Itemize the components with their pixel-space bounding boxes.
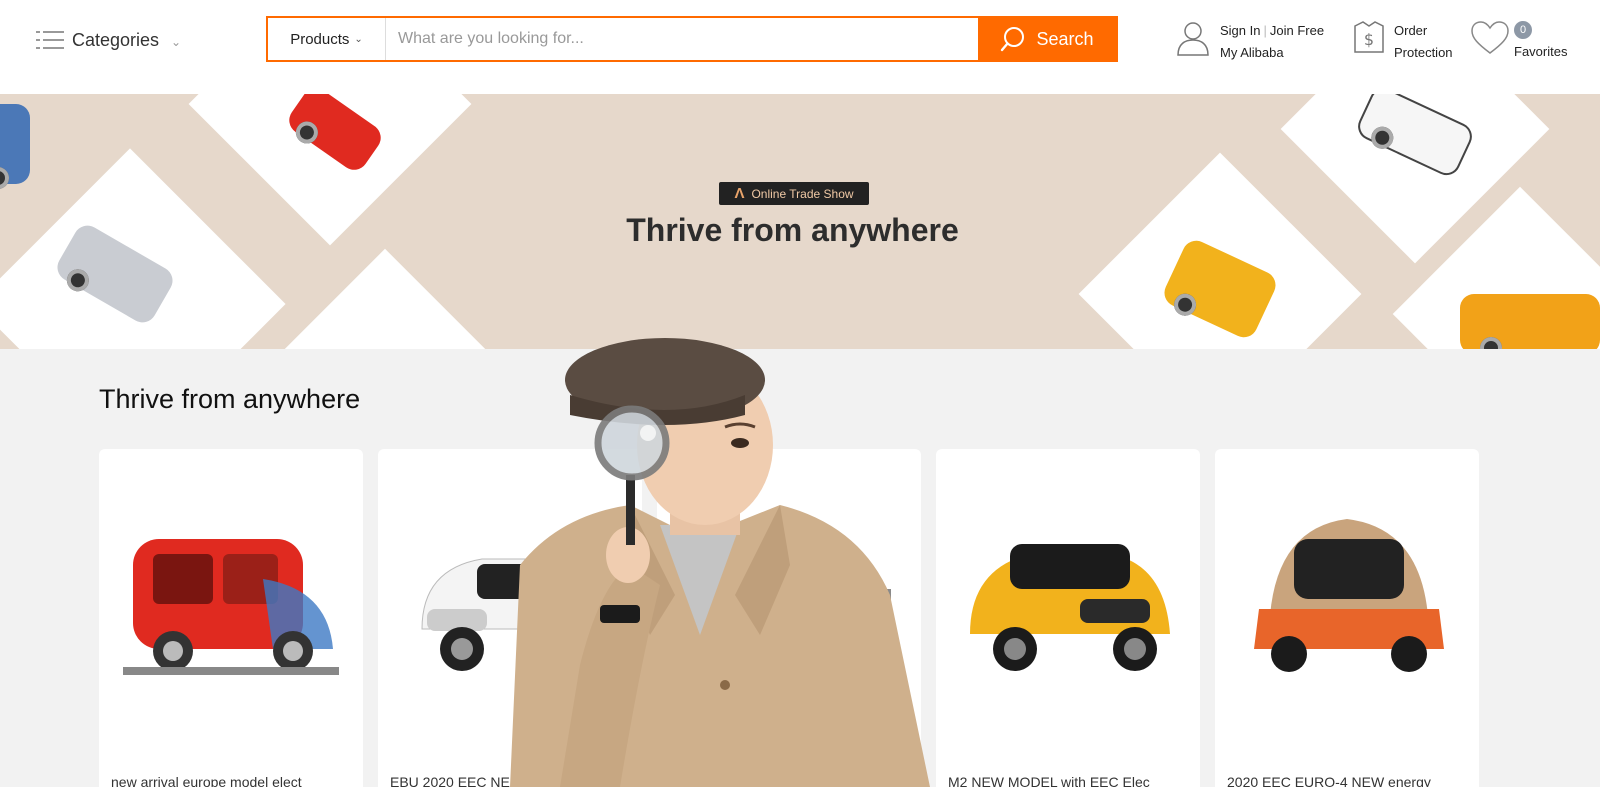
my-alibaba-link[interactable]: My Alibaba [1220,42,1324,64]
product-image [123,539,339,675]
search-type-label: Products [290,30,350,48]
chevron-down-icon: ⌄ [354,33,363,45]
svg-text:$: $ [1364,30,1374,49]
order-protection-label: Order Protection [1394,20,1453,64]
sign-in-link[interactable]: Sign In [1220,23,1260,38]
badge-text: Online Trade Show [751,186,854,201]
account-links: Sign In | Join Free My Alibaba [1220,20,1324,64]
product-image [970,544,1170,671]
chevron-down-icon: ⌄ [171,34,182,49]
search-button-label: Search [1036,28,1094,49]
top-header: Categories ⌄ Products ⌄ Search Sign In|J… [0,0,1600,94]
separator: | [1263,23,1267,38]
product-title[interactable]: EBU 2020 EEC NE [390,774,630,787]
banner-tile [264,248,506,349]
banner-title: Thrive from anywhere [626,212,959,248]
favorites-label: Favorites [1514,44,1568,59]
product-image [1254,519,1444,672]
product-card[interactable]: 2020 EEC EURO-4 NEW energy [1215,449,1479,787]
order-protection[interactable]: $ Order Protection [1352,20,1453,64]
user-icon[interactable] [1176,20,1210,56]
order-line2: Protection [1394,45,1453,60]
favorites-count-badge: 0 [1514,21,1532,39]
product-title[interactable]: 2020 EEC EURO-4 NEW energy [1227,774,1467,787]
product-image [421,558,608,671]
join-free-link[interactable]: Join Free [1270,23,1324,38]
online-trade-show-badge: Λ Online Trade Show [719,182,869,205]
trade-show-logo-icon: Λ [734,185,745,202]
search-input[interactable] [386,18,978,60]
categories-menu[interactable]: Categories ⌄ [36,26,181,54]
product-card[interactable]: new arrival europe model elect [99,449,363,787]
product-card[interactable]: M2 NEW MODEL with EEC Elec [936,449,1200,787]
product-list: new arrival europe model elect EBU 2020 … [99,449,1479,787]
shield-dollar-icon: $ [1354,21,1384,53]
search-bar: Products ⌄ Search [266,16,1118,62]
product-card[interactable]: ini E [657,449,921,787]
product-title[interactable]: new arrival europe model elect [111,774,351,787]
search-icon [1001,27,1025,52]
product-card[interactable]: EBU 2020 EEC NE [378,449,642,787]
account-area: Sign In | Join Free My Alibaba [1176,20,1324,64]
section-title: Thrive from anywhere [99,384,361,414]
favorites[interactable]: 0 Favorites [1470,20,1570,64]
list-menu-icon [36,30,64,50]
vehicle-image [1460,294,1600,349]
order-line1: Order [1394,23,1428,38]
search-type-dropdown[interactable]: Products ⌄ [268,18,386,60]
trade-show-banner[interactable]: Λ Online Trade Show Thrive from anywhere [0,94,1600,349]
product-title[interactable]: M2 NEW MODEL with EEC Elec [948,774,1188,787]
product-image [700,568,891,669]
search-button[interactable]: Search [978,18,1116,60]
categories-label: Categories [72,29,160,50]
vehicle-image [0,104,30,189]
product-title[interactable]: ini E [817,774,921,787]
heart-icon [1471,21,1509,54]
